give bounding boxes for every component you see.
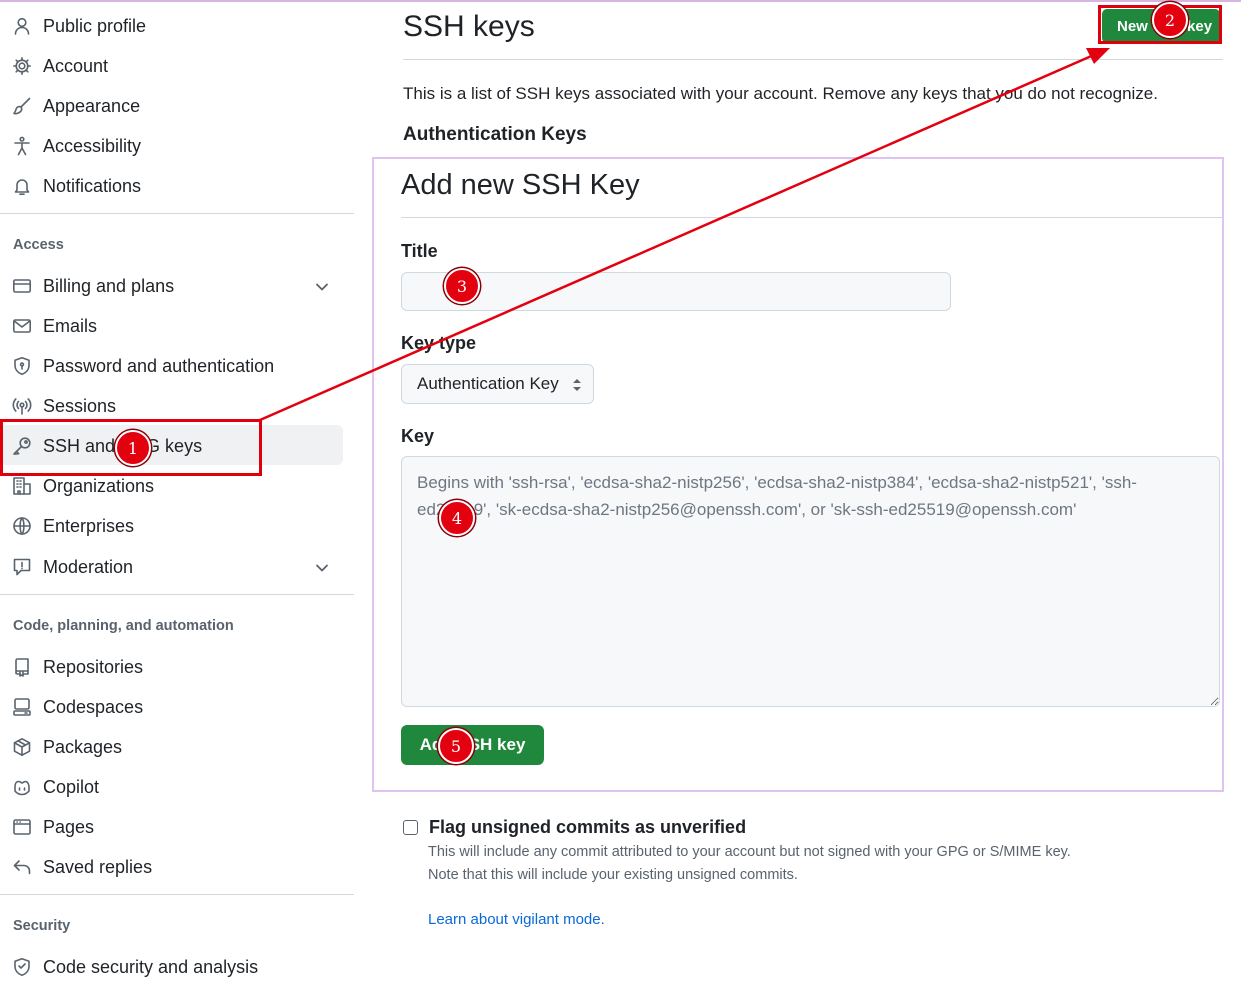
gear-icon — [12, 56, 32, 76]
sidebar-item-label: Repositories — [43, 657, 144, 677]
sidebar-item-public-profile[interactable]: Public profile — [0, 5, 343, 45]
credit-card-icon — [12, 276, 32, 296]
person-icon — [12, 16, 32, 36]
sidebar-item-sessions[interactable]: Sessions — [0, 385, 343, 425]
sidebar-item-label: Saved replies — [43, 857, 153, 877]
copilot-icon — [12, 777, 32, 797]
key-label: Key — [401, 426, 435, 446]
paintbrush-icon — [12, 96, 32, 116]
sidebar-item-saved-replies[interactable]: Saved replies — [0, 846, 343, 886]
key-textarea[interactable] — [401, 456, 1220, 707]
bell-icon — [12, 176, 32, 196]
annotation-badge: 1 — [115, 430, 151, 466]
title-input[interactable] — [401, 272, 951, 311]
chevron-down-icon[interactable] — [312, 558, 332, 578]
sidebar-item-copilot[interactable]: Copilot — [0, 766, 343, 806]
authentication-keys-heading: Authentication Keys — [403, 124, 587, 145]
accessibility-icon — [12, 136, 32, 156]
sidebar-item-label: Code security and analysis — [43, 957, 259, 977]
vigilant-note: This will include any commit attributed … — [428, 844, 1071, 860]
sidebar-item-code-security[interactable]: Code security and analysis — [0, 946, 343, 986]
annotation-badge: 5 — [438, 728, 474, 764]
codespaces-icon — [12, 697, 32, 717]
sidebar-item-label: Organizations — [43, 476, 155, 496]
organization-icon — [12, 476, 32, 496]
header-divider — [403, 59, 1223, 60]
sidebar-section-security: Security — [13, 918, 71, 934]
reply-icon — [12, 857, 32, 877]
browser-icon — [12, 817, 32, 837]
sidebar-item-label: Enterprises — [43, 516, 135, 536]
sidebar-item-label: Moderation — [43, 557, 134, 577]
sidebar-section-access: Access — [13, 237, 64, 253]
annotation-badge: 2 — [1152, 2, 1188, 38]
page-title: SSH keys — [403, 10, 535, 43]
sidebar-item-packages[interactable]: Packages — [0, 726, 343, 766]
key-icon — [12, 436, 32, 456]
sidebar-item-label: Pages — [43, 817, 95, 837]
learn-vigilant-mode-link[interactable]: Learn about vigilant mode. — [428, 911, 605, 928]
sidebar-item-label: Billing and plans — [43, 276, 175, 296]
sidebar-item-label: Sessions — [43, 396, 117, 416]
select-arrows-icon — [573, 379, 581, 391]
title-label: Title — [401, 241, 438, 261]
sidebar-item-billing[interactable]: Billing and plans — [0, 265, 343, 305]
form-title: Add new SSH Key — [401, 169, 640, 201]
annotation-badge: 4 — [439, 500, 475, 536]
sidebar-item-repositories[interactable]: Repositories — [0, 646, 343, 686]
sidebar-item-organizations[interactable]: Organizations — [0, 465, 343, 505]
sidebar-item-appearance[interactable]: Appearance — [0, 85, 343, 125]
chevron-down-icon[interactable] — [312, 277, 332, 297]
globe-icon — [12, 516, 32, 536]
sidebar-item-label: Notifications — [43, 176, 142, 196]
sidebar-divider — [0, 213, 354, 214]
sidebar-item-codespaces[interactable]: Codespaces — [0, 686, 343, 726]
key-type-value: Authentication Key — [417, 374, 559, 393]
sidebar-item-ssh-gpg-keys[interactable]: SSH and GPG keys — [0, 425, 343, 465]
sidebar-item-emails[interactable]: Emails — [0, 305, 343, 345]
mail-icon — [12, 316, 32, 336]
sidebar-item-label: Appearance — [43, 96, 141, 116]
form-divider — [401, 217, 1223, 218]
vigilant-mode-option[interactable]: Flag unsigned commits as unverified — [403, 817, 746, 838]
vigilant-note: Note that this will include your existin… — [428, 867, 798, 883]
sidebar-item-label: Copilot — [43, 777, 100, 797]
sidebar-item-pages[interactable]: Pages — [0, 806, 343, 846]
ssh-keys-intro: This is a list of SSH keys associated wi… — [403, 84, 1158, 103]
vigilant-mode-label: Flag unsigned commits as unverified — [429, 817, 747, 837]
sidebar-divider — [0, 594, 354, 595]
sidebar-item-label: Accessibility — [43, 136, 142, 156]
sidebar-item-moderation[interactable]: Moderation — [0, 546, 343, 586]
sidebar-item-account[interactable]: Account — [0, 45, 343, 85]
sidebar-item-enterprises[interactable]: Enterprises — [0, 505, 343, 545]
sidebar-item-label: Codespaces — [43, 697, 144, 717]
sidebar-item-label: Password and authentication — [43, 356, 275, 376]
add-ssh-key-form: Add new SSH Key Title Key type Authentic… — [372, 157, 1224, 792]
sidebar-divider — [0, 894, 354, 895]
sidebar-item-label: Packages — [43, 737, 123, 757]
sidebar-item-label: Emails — [43, 316, 98, 336]
sidebar-item-notifications[interactable]: Notifications — [0, 165, 343, 205]
sidebar-item-accessibility[interactable]: Accessibility — [0, 125, 343, 165]
repo-icon — [12, 657, 32, 677]
annotation-badge: 3 — [444, 268, 480, 304]
key-type-label: Key type — [401, 333, 477, 353]
codescan-icon — [12, 957, 32, 977]
sidebar-item-label: Account — [43, 56, 109, 76]
shield-icon — [12, 356, 32, 376]
broadcast-icon — [12, 396, 32, 416]
settings-sidebar: Public profile Account Appearance Access… — [0, 0, 354, 988]
vigilant-mode-checkbox[interactable] — [403, 820, 418, 835]
package-icon — [12, 737, 32, 757]
sidebar-item-label: Public profile — [43, 16, 147, 36]
sidebar-section-code: Code, planning, and automation — [13, 618, 234, 634]
key-type-select[interactable]: Authentication Key — [401, 364, 594, 404]
sidebar-item-password[interactable]: Password and authentication — [0, 345, 343, 385]
report-icon — [12, 557, 32, 577]
